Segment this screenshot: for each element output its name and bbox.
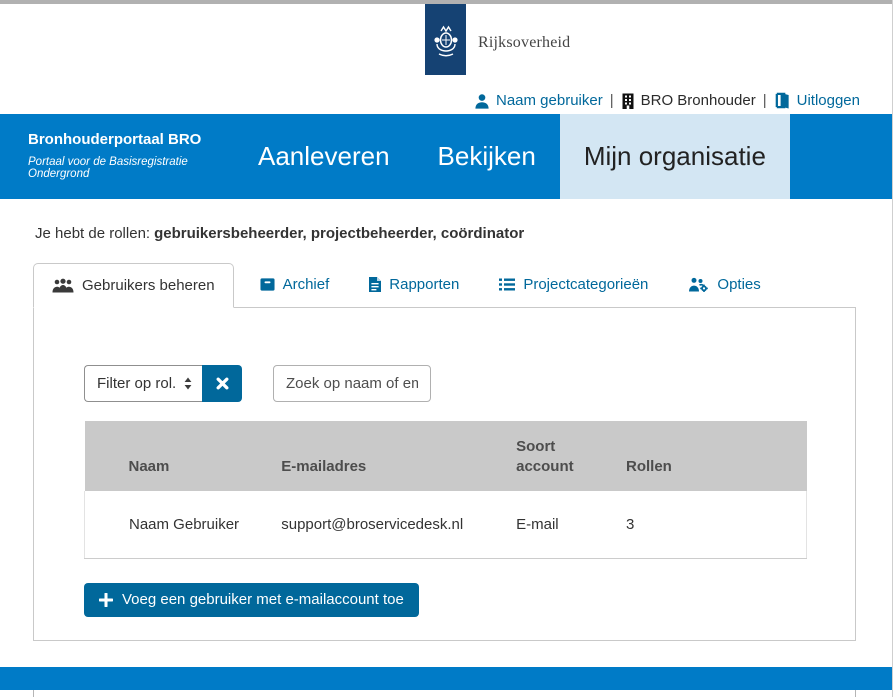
column-soort-account: Soort account — [504, 421, 614, 491]
brand-subtitle: Portaal voor de Basisregistratie Ondergr… — [28, 156, 226, 180]
footer-container-top — [33, 690, 856, 697]
column-naam: Naam — [85, 421, 270, 491]
tab-gebruikers-beheren[interactable]: Gebruikers beheren — [33, 263, 234, 308]
page: Rijksoverheid Naam gebruiker | BRO Bronh… — [0, 0, 893, 697]
column-rollen: Rollen — [614, 421, 807, 491]
users-gear-icon — [688, 277, 709, 292]
tab-label: Projectcategorieën — [523, 276, 648, 293]
building-icon — [621, 93, 635, 109]
logo-wordmark: Rijksoverheid — [478, 34, 570, 75]
brand-block: Bronhouderportaal BRO Portaal voor de Ba… — [0, 114, 226, 199]
sort-arrows-icon — [184, 377, 192, 390]
coat-of-arms-icon — [433, 23, 459, 66]
tab-label: Rapporten — [389, 276, 459, 293]
filter-row: Filter op rol. — [84, 365, 855, 402]
close-icon — [216, 377, 229, 390]
role-filter-dropdown[interactable]: Filter op rol. — [84, 365, 202, 402]
nav-item-bekijken[interactable]: Bekijken — [414, 114, 560, 199]
role-filter-value: Filter op rol. — [97, 375, 176, 392]
organisation-label: BRO Bronhouder — [641, 92, 756, 109]
cell-email: support@broservicedesk.nl — [269, 491, 504, 558]
tab-label: Opties — [717, 276, 760, 293]
logout-link[interactable]: Uitloggen — [797, 92, 860, 109]
roles-line: Je hebt de rollen:gebruikersbeheerder, p… — [35, 225, 892, 242]
tab-label: Gebruikers beheren — [82, 277, 215, 294]
separator: | — [763, 92, 767, 109]
users-icon — [52, 278, 74, 293]
nav-items: Aanleveren Bekijken Mijn organisatie — [234, 114, 790, 199]
rijksoverheid-logo: Rijksoverheid — [425, 4, 570, 75]
user-name-link[interactable]: Naam gebruiker — [496, 92, 603, 109]
separator: | — [610, 92, 614, 109]
add-user-button[interactable]: Voeg een gebruiker met e-mailaccount toe — [84, 583, 419, 617]
clear-filter-button[interactable] — [202, 365, 242, 402]
main-nav: Bronhouderportaal BRO Portaal voor de Ba… — [0, 114, 892, 199]
logo-ribbon — [425, 4, 466, 75]
plus-icon — [99, 593, 113, 607]
users-table: Naam E-mailadres Soort account Rollen Na… — [84, 421, 807, 559]
roles-value: gebruikersbeheerder, projectbeheerder, c… — [154, 225, 524, 242]
nav-item-aanleveren[interactable]: Aanleveren — [234, 114, 414, 199]
column-emailadres: E-mailadres — [269, 421, 504, 491]
brand-title: Bronhouderportaal BRO — [28, 131, 226, 148]
archive-icon — [260, 277, 275, 292]
table-header-row: Naam E-mailadres Soort account Rollen — [85, 421, 807, 491]
site-header: Rijksoverheid Naam gebruiker | BRO Bronh… — [0, 4, 892, 114]
tab-bar: Gebruikers beheren Archief Rapporten Pro… — [33, 262, 892, 307]
add-user-button-label: Voeg een gebruiker met e-mailaccount toe — [122, 591, 404, 608]
roles-label: Je hebt de rollen: — [35, 225, 150, 242]
nav-item-mijn-organisatie[interactable]: Mijn organisatie — [560, 114, 790, 199]
table-row[interactable]: Naam Gebruiker support@broservicedesk.nl… — [85, 491, 807, 558]
users-panel: Filter op rol. Naam E-mailadres Soort ac… — [33, 307, 856, 641]
tab-rapporten[interactable]: Rapporten — [355, 262, 473, 307]
footer-gap — [0, 641, 892, 667]
logout-icon — [774, 92, 791, 109]
cell-soort: E-mail — [504, 491, 614, 558]
report-icon — [369, 277, 381, 292]
footer-bar — [0, 667, 892, 690]
cell-naam: Naam Gebruiker — [85, 491, 270, 558]
tab-label: Archief — [283, 276, 330, 293]
list-icon — [499, 278, 515, 291]
user-bar: Naam gebruiker | BRO Bronhouder | Uitlog… — [474, 92, 860, 109]
search-input[interactable] — [273, 365, 431, 402]
user-icon — [474, 93, 490, 109]
tab-opties[interactable]: Opties — [674, 262, 774, 307]
tab-archief[interactable]: Archief — [246, 262, 344, 307]
tab-projectcategorieen[interactable]: Projectcategorieën — [485, 262, 662, 307]
cell-rollen: 3 — [614, 491, 807, 558]
